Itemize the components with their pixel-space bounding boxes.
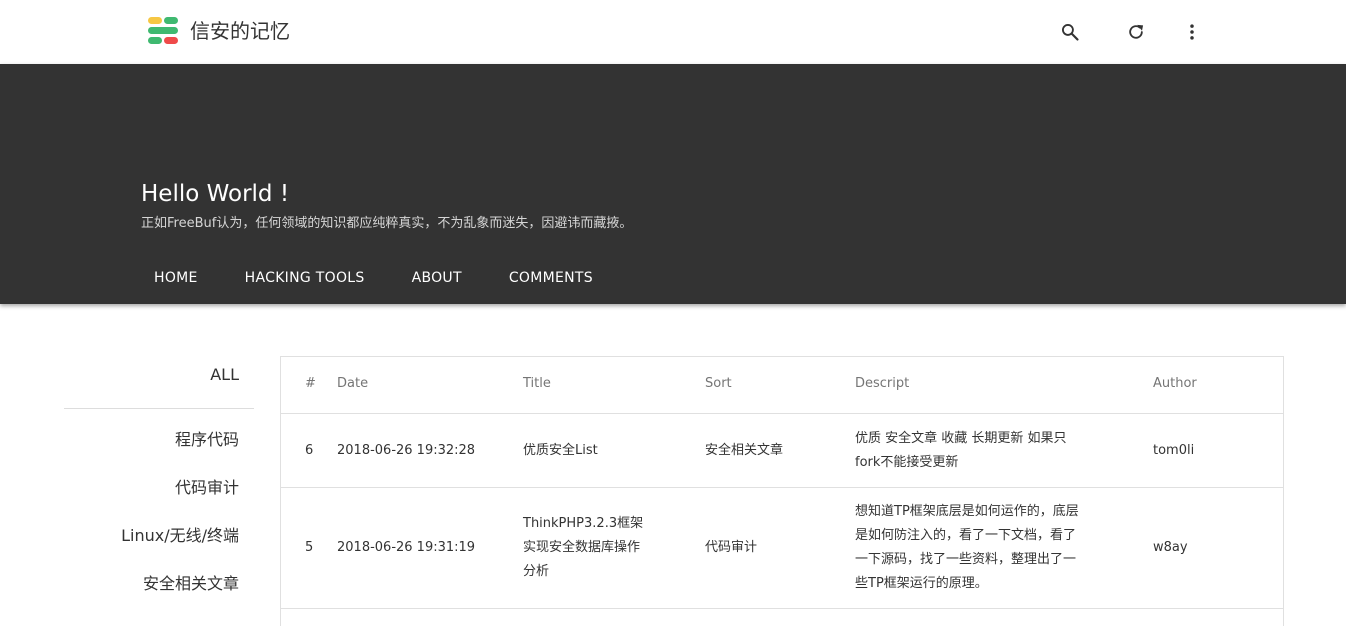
table-row[interactable]: 5 2018-06-26 19:31:19 ThinkPHP3.2.3框架 实现… (281, 488, 1283, 609)
row-descript: 想知道TP框架底层是如何运作的，底层 是如何防注入的，看了一下文档，看了 一下源… (855, 500, 1115, 596)
row-author: tom0li (1153, 443, 1195, 458)
logo-bar-red (164, 37, 178, 44)
category-program-code[interactable]: 程序代码 (175, 429, 239, 451)
hero-title: Hello World ! (141, 181, 290, 207)
row-sort: 安全相关文章 (705, 443, 784, 458)
row-descript-line: 想知道TP框架底层是如何运作的，底层 (855, 504, 1079, 519)
category-all[interactable]: ALL (210, 364, 239, 386)
nav-comments[interactable]: COMMENTS (485, 260, 616, 296)
logo-bar-yellow (148, 17, 162, 24)
main-nav: HOME HACKING TOOLS ABOUT COMMENTS (130, 260, 616, 296)
column-header-date[interactable]: Date (337, 372, 368, 396)
column-header-author[interactable]: Author (1153, 372, 1197, 396)
row-date: 2018-06-26 19:31:19 (337, 540, 476, 555)
column-header-title[interactable]: Title (523, 372, 551, 396)
table-header-row: # Date Title Sort Descript Author (281, 357, 1283, 414)
refresh-button[interactable] (1121, 17, 1151, 47)
row-descript: 优质 安全文章 收藏 长期更新 如果只 fork不能接受更新 (855, 427, 1105, 475)
row-title[interactable]: ThinkPHP3.2.3框架 实现安全数据库操作 分析 (523, 512, 683, 584)
category-code-audit[interactable]: 代码审计 (175, 477, 239, 499)
nav-hacking-tools[interactable]: HACKING TOOLS (221, 260, 388, 296)
category-security-articles[interactable]: 安全相关文章 (143, 573, 239, 595)
row-author: w8ay (1153, 540, 1188, 555)
row-descript-line: 一下源码，找了一些资料，整理出了一 (855, 552, 1077, 567)
table-row[interactable]: 6 2018-06-26 19:32:28 优质安全List 安全相关文章 优质… (281, 414, 1283, 488)
search-icon (1062, 24, 1079, 41)
more-options-button[interactable] (1177, 17, 1207, 47)
row-descript-line: 些TP框架运行的原理。 (855, 576, 988, 591)
row-descript-line: 优质 安全文章 收藏 长期更新 如果只 (855, 431, 1067, 446)
row-title-line: ThinkPHP3.2.3框架 (523, 516, 644, 531)
top-app-bar: 信安的记忆 (0, 0, 1346, 64)
row-title-line: 分析 (523, 564, 550, 579)
row-descript-line: 是如何防注入的，看了一下文档，看了 (855, 528, 1077, 543)
site-title[interactable]: 信安的记忆 (190, 17, 290, 45)
row-date: 2018-06-26 19:32:28 (337, 443, 476, 458)
search-button[interactable] (1055, 17, 1085, 47)
column-header-id[interactable]: # (305, 372, 316, 396)
row-id: 6 (305, 443, 314, 458)
more-vert-icon (1190, 24, 1194, 40)
sidebar-divider (64, 408, 254, 409)
site-logo-icon[interactable] (148, 17, 178, 45)
row-id: 5 (305, 540, 314, 555)
row-descript-line: fork不能接受更新 (855, 455, 959, 470)
logo-bar-green-bottom (148, 37, 162, 44)
row-sort: 代码审计 (705, 540, 758, 555)
articles-table: # Date Title Sort Descript Author 6 2018… (280, 356, 1284, 626)
column-header-sort[interactable]: Sort (705, 372, 732, 396)
nav-about[interactable]: ABOUT (388, 260, 485, 296)
hero-banner: Hello World ! 正如FreeBuf认为，任何领域的知识都应纯粹真实，… (0, 64, 1346, 304)
logo-bar-green-middle (148, 27, 178, 34)
logo-bar-green-top (164, 17, 178, 24)
nav-home[interactable]: HOME (130, 260, 221, 296)
row-title[interactable]: 优质安全List (523, 439, 598, 463)
hero-subtitle: 正如FreeBuf认为，任何领域的知识都应纯粹真实，不为乱象而迷失，因避讳而藏掖… (141, 216, 633, 231)
refresh-icon (1129, 24, 1144, 39)
column-header-descript[interactable]: Descript (855, 372, 909, 396)
row-title-line: 实现安全数据库操作 (523, 540, 641, 555)
category-linux-wireless-terminal[interactable]: Linux/无线/终端 (121, 525, 239, 547)
